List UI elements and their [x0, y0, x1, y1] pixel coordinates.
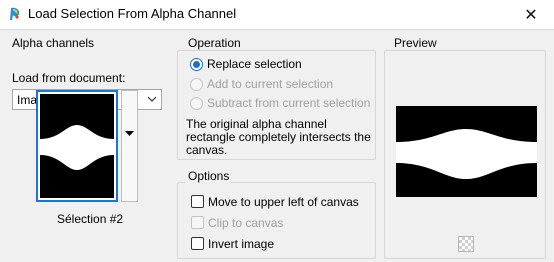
- radio-subtract-label: Subtract from current selection: [207, 96, 371, 110]
- close-button[interactable]: ✕: [508, 0, 554, 29]
- transparency-toggle-button[interactable]: [458, 236, 474, 252]
- alpha-channels-group-title: Alpha channels: [12, 36, 95, 50]
- thumbnail-dropdown-button[interactable]: [121, 90, 138, 202]
- paintshop-app-icon: [10, 7, 20, 21]
- options-group-title: Options: [186, 169, 232, 183]
- window-title: Load Selection From Alpha Channel: [28, 6, 237, 21]
- checkbox-clip-indicator: [191, 216, 204, 229]
- chevron-down-icon: [147, 96, 157, 102]
- checkbox-move-indicator: [191, 195, 204, 208]
- info-line: canvas.: [186, 143, 228, 157]
- operation-group-title: Operation: [186, 36, 243, 50]
- checkbox-clip-label: Clip to canvas: [208, 216, 284, 230]
- radio-subtract-indicator: [190, 97, 203, 110]
- checkbox-move-label: Move to upper left of canvas: [208, 195, 359, 209]
- caret-down-icon: [125, 131, 134, 136]
- alpha-thumbnail-image: [40, 94, 114, 198]
- intersection-info-text: The original alpha channel rectangle com…: [186, 118, 372, 157]
- preview-image: [396, 106, 537, 197]
- radio-replace-label: Replace selection: [207, 57, 302, 71]
- radio-replace-indicator: [190, 58, 203, 71]
- title-bar: Load Selection From Alpha Channel ✕: [0, 0, 554, 29]
- radio-add-label: Add to current selection: [207, 77, 334, 91]
- load-from-document-label: Load from document:: [12, 71, 126, 85]
- selection-name-label: Sélection #2: [57, 212, 124, 226]
- checkbox-invert-label: Invert image: [208, 237, 275, 251]
- alpha-channel-thumbnail[interactable]: [36, 90, 118, 202]
- close-icon: ✕: [524, 6, 538, 24]
- radio-add-indicator: [190, 78, 203, 91]
- thumbnail-frame: [36, 90, 118, 202]
- preview-group-title: Preview: [392, 36, 439, 50]
- checkbox-invert-indicator: [191, 237, 204, 250]
